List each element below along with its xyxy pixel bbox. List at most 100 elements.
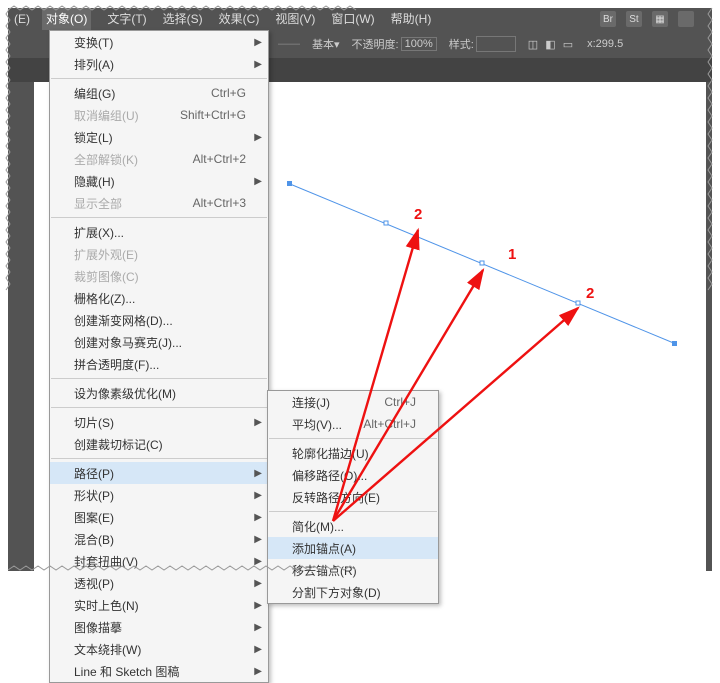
object-menu-item-3[interactable]: 编组(G)Ctrl+G	[50, 82, 268, 104]
chevron-right-icon: ▶	[254, 578, 262, 589]
object-menu-item-15[interactable]: 创建对象马赛克(J)...	[50, 331, 268, 353]
object-menu-item-21-label: 创建裁切标记(C)	[74, 436, 163, 453]
object-menu-item-32[interactable]: Line 和 Sketch 图稿▶	[50, 660, 268, 682]
object-menu-item-1[interactable]: 排列(A) ▶	[50, 53, 268, 75]
object-menu-item-31[interactable]: 文本绕排(W) ▶	[50, 638, 268, 660]
object-menu-item-21[interactable]: 创建裁切标记(C)	[50, 433, 268, 455]
path-menu-item-0[interactable]: 连接(J)Ctrl+J	[268, 391, 438, 413]
menu-window[interactable]: 窗口(W)	[331, 8, 374, 30]
object-menu-item-3-label: 编组(G)	[74, 85, 115, 102]
object-menu: 变换(T)▶ 排列(A) ▶ 编组(G)Ctrl+G取消编组(U)Shift+Ctrl…	[49, 30, 269, 683]
object-menu-item-6-label: 全部解锁(K)	[74, 151, 138, 168]
path-menu-item-3[interactable]: 轮廓化描边(U)	[268, 442, 438, 464]
object-menu-item-23[interactable]: 路径(P)▶	[50, 462, 268, 484]
path-menu-item-5[interactable]: 反转路径方向(E)	[268, 486, 438, 508]
x-label: x:	[587, 38, 596, 50]
st-icon[interactable]: St	[626, 11, 642, 27]
opacity-label: 不透明度:	[352, 36, 399, 52]
align-icons[interactable]: ◫ ◧ ▭	[528, 38, 575, 51]
menu-object[interactable]: 对象(O)	[42, 8, 91, 30]
menu-edit[interactable]: (E)	[14, 8, 30, 30]
chevron-right-icon: ▶	[254, 59, 262, 70]
x-value[interactable]: 299.5	[596, 38, 624, 50]
object-menu-item-13[interactable]: 栅格化(Z)...	[50, 287, 268, 309]
menu-select[interactable]: 选择(S)	[163, 8, 203, 30]
object-menu-item-10-label: 扩展(X)...	[74, 224, 124, 241]
chevron-right-icon: ▶	[254, 468, 262, 479]
basic-dropdown[interactable]: 基本 ▾	[312, 36, 340, 52]
object-menu-item-5-label: 锁定(L)	[74, 129, 113, 146]
object-menu-item-30[interactable]: 图像描摹▶	[50, 616, 268, 638]
path-menu-item-4[interactable]: 偏移路径(O)...	[268, 464, 438, 486]
object-menu-item-26[interactable]: 混合(B)▶	[50, 528, 268, 550]
path-submenu: 连接(J)Ctrl+J平均(V)...Alt+Ctrl+J 轮廓化描边(U) 偏移路…	[267, 390, 439, 604]
path-menu-item-7[interactable]: 简化(M)...	[268, 515, 438, 537]
style-box[interactable]	[476, 36, 516, 52]
chevron-right-icon: ▶	[254, 417, 262, 428]
object-menu-item-4-label: 取消编组(U)	[74, 107, 139, 124]
object-menu-item-6[interactable]: 全部解锁(K)Alt+Ctrl+2	[50, 148, 268, 170]
menubar[interactable]: (E) 对象(O) 文字(T) 选择(S) 效果(C) 视图(V) 窗口(W) …	[8, 8, 712, 30]
object-menu-item-11-label: 扩展外观(E)	[74, 246, 138, 263]
object-menu-item-8[interactable]: 显示全部Alt+Ctrl+3	[50, 192, 268, 214]
path-menu-item-1[interactable]: 平均(V)...Alt+Ctrl+J	[268, 413, 438, 435]
chevron-right-icon: ▶	[254, 644, 262, 655]
object-menu-item-14-label: 创建渐变网格(D)...	[74, 312, 173, 329]
object-menu-item-18[interactable]: 设为像素级优化(M)	[50, 382, 268, 404]
object-menu-item-12-label: 裁剪图像(C)	[74, 268, 139, 285]
opacity-field[interactable]: 100%	[401, 37, 437, 51]
object-menu-item-24[interactable]: 形状(P)▶	[50, 484, 268, 506]
object-menu-item-18-label: 设为像素级优化(M)	[74, 385, 176, 402]
menu-type[interactable]: 文字(T)	[107, 8, 146, 30]
path-menu-item-8[interactable]: 添加锚点(A)	[268, 537, 438, 559]
object-menu-item-16-label: 拼合透明度(F)...	[74, 356, 159, 373]
path-menu-item-3-label: 轮廓化描边(U)	[292, 445, 369, 462]
object-menu-item-5[interactable]: 锁定(L)▶	[50, 126, 268, 148]
object-menu-item-7[interactable]: 隐藏(H)▶	[50, 170, 268, 192]
menu-effect[interactable]: 效果(C)	[219, 8, 260, 30]
path-menu-item-4-label: 偏移路径(O)...	[292, 467, 367, 484]
menu-help[interactable]: 帮助(H)	[391, 8, 432, 30]
chevron-right-icon: ▶	[254, 666, 262, 677]
object-menu-item-12[interactable]: 裁剪图像(C)	[50, 265, 268, 287]
path-menu-item-9[interactable]: 移去锚点(R)	[268, 559, 438, 581]
object-menu-item-26-label: 混合(B)	[74, 531, 114, 548]
object-menu-item-29-label: 实时上色(N)	[74, 597, 139, 614]
tool-panel[interactable]	[8, 30, 28, 570]
misc-icon[interactable]	[678, 11, 694, 27]
object-menu-item-13-label: 栅格化(Z)...	[74, 290, 135, 307]
object-menu-item-1-label: 排列(A)	[74, 56, 114, 73]
path-menu-item-1-label: 平均(V)...	[292, 416, 342, 433]
grid-icon[interactable]: ▦	[652, 11, 668, 27]
object-menu-item-29[interactable]: 实时上色(N) ▶	[50, 594, 268, 616]
object-menu-item-15-label: 创建对象马赛克(J)...	[74, 334, 182, 351]
menu-view[interactable]: 视图(V)	[275, 8, 315, 30]
object-menu-item-27-label: 封套扭曲(V)	[74, 553, 138, 570]
object-menu-item-10[interactable]: 扩展(X)...	[50, 221, 268, 243]
br-icon[interactable]: Br	[600, 11, 616, 27]
object-menu-item-28[interactable]: 透视(P) ▶	[50, 572, 268, 594]
path-menu-item-7-label: 简化(M)...	[292, 518, 344, 535]
object-menu-item-27[interactable]: 封套扭曲(V) ▶	[50, 550, 268, 572]
object-menu-item-16[interactable]: 拼合透明度(F)...	[50, 353, 268, 375]
path-menu-item-10[interactable]: 分割下方对象(D)	[268, 581, 438, 603]
chevron-right-icon: ▶	[254, 37, 262, 48]
chevron-right-icon: ▶	[254, 556, 262, 567]
style-label: 样式:	[449, 36, 474, 52]
path-menu-item-0-label: 连接(J)	[292, 394, 330, 411]
object-menu-item-28-label: 透视(P)	[74, 575, 114, 592]
object-menu-item-25[interactable]: 图案(E)▶	[50, 506, 268, 528]
object-menu-item-0[interactable]: 变换(T)▶	[50, 31, 268, 53]
object-menu-item-8-label: 显示全部	[74, 195, 122, 212]
path-menu-item-9-label: 移去锚点(R)	[292, 562, 357, 579]
chevron-right-icon: ▶	[254, 600, 262, 611]
object-menu-item-4[interactable]: 取消编组(U)Shift+Ctrl+G	[50, 104, 268, 126]
object-menu-item-14[interactable]: 创建渐变网格(D)...	[50, 309, 268, 331]
path-menu-item-5-label: 反转路径方向(E)	[292, 489, 380, 506]
object-menu-item-7-label: 隐藏(H)	[74, 173, 115, 190]
object-menu-item-20-label: 切片(S)	[74, 414, 114, 431]
object-menu-item-11[interactable]: 扩展外观(E)	[50, 243, 268, 265]
object-menu-item-31-label: 文本绕排(W)	[74, 641, 141, 658]
path-menu-item-10-label: 分割下方对象(D)	[292, 584, 381, 601]
object-menu-item-20[interactable]: 切片(S) ▶	[50, 411, 268, 433]
